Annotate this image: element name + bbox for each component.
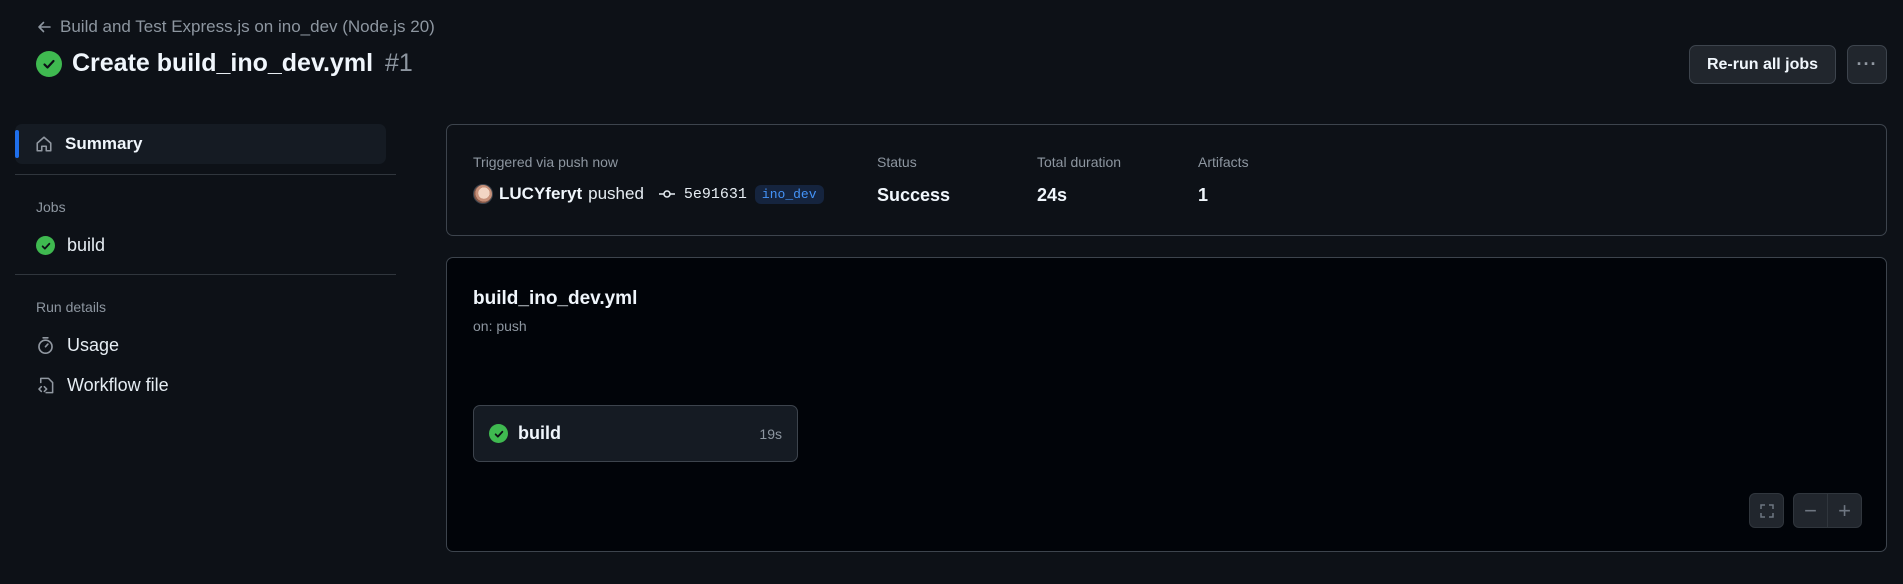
rerun-all-jobs-button[interactable]: Re-run all jobs [1689,45,1836,84]
sidebar-item-workflow-file[interactable]: Workflow file [36,375,169,396]
back-link-label: Build and Test Express.js on ino_dev (No… [60,17,435,36]
success-check-icon [36,236,55,255]
divider [15,174,396,175]
status-label: Status [877,154,917,170]
back-link[interactable]: Build and Test Express.js on ino_dev (No… [36,17,435,37]
sidebar-item-label: Summary [65,134,143,153]
jobs-heading: Jobs [36,199,66,215]
artifacts-label: Artifacts [1198,154,1249,170]
zoom-out-button[interactable]: − [1794,499,1827,522]
fullscreen-button[interactable] [1749,493,1784,528]
workflow-trigger: on: push [473,318,527,334]
workflow-graph-card: build_ino_dev.yml on: push build 19s − + [446,257,1887,552]
sidebar-item-label: Workflow file [67,375,169,395]
sidebar-item-usage[interactable]: Usage [36,335,119,356]
arrow-left-icon [38,21,51,33]
run-details-heading: Run details [36,299,107,315]
avatar[interactable] [473,184,493,204]
run-title-row: Create build_ino_dev.yml #1 [36,49,413,78]
sidebar-item-summary[interactable]: Summary [15,124,386,164]
duration-value: 24s [1037,185,1068,205]
zoom-in-button[interactable]: + [1828,499,1861,522]
job-duration: 19s [759,425,782,442]
file-code-icon [38,377,54,394]
duration-label: Total duration [1037,154,1122,170]
success-check-icon [489,424,508,443]
sidebar-item-label: Usage [67,335,120,355]
commit-sha-link[interactable]: 5e91631 [684,186,747,203]
more-options-button[interactable]: ··· [1847,45,1887,84]
run-summary-card: Triggered via push now LUCYferyt pushed … [446,124,1887,236]
git-commit-icon [658,190,675,198]
status-value: Success [877,185,951,205]
actor-link[interactable]: LUCYferyt [499,184,582,204]
workflow-file-name: build_ino_dev.yml [473,288,638,309]
kebab-horizontal-icon: ··· [1856,54,1878,74]
stopwatch-icon [38,336,53,355]
sidebar-item-label: build [67,235,106,255]
branch-badge[interactable]: ino_dev [754,184,824,204]
sidebar-item-build[interactable]: build [36,235,105,256]
job-node-build[interactable]: build 19s [473,405,798,462]
trigger-label: Triggered via push now [473,154,619,170]
run-number: #1 [385,49,413,77]
home-icon [36,136,52,152]
divider [15,274,396,275]
job-name: build [518,423,561,443]
page-title: Create build_ino_dev.yml [72,49,374,77]
artifacts-count-link[interactable]: 1 [1198,185,1208,206]
success-check-icon [36,50,62,77]
fullscreen-icon [1759,503,1774,518]
action-text: pushed [588,184,644,203]
zoom-controls: − + [1793,493,1862,528]
trigger-details: LUCYferyt pushed 5e91631 ino_dev [473,184,824,204]
active-indicator [15,130,19,158]
